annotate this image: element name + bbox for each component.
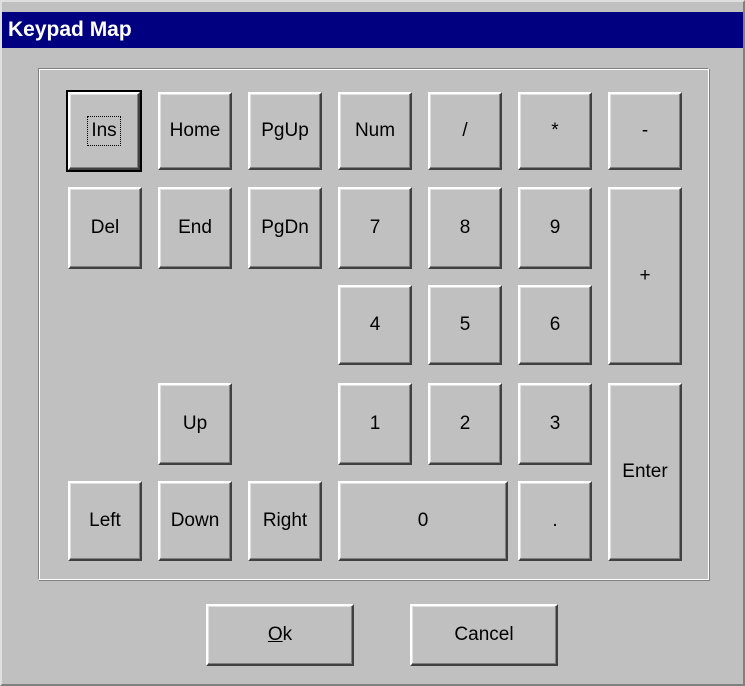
key-4[interactable]: 4 <box>338 285 412 365</box>
key-3-label: 3 <box>549 413 561 434</box>
key-2-label: 2 <box>459 413 471 434</box>
key-ins[interactable]: Ins <box>66 90 142 172</box>
key-home[interactable]: Home <box>158 92 232 170</box>
key-down-label: Down <box>170 510 220 531</box>
key-multiply[interactable]: * <box>518 92 592 170</box>
key-1[interactable]: 1 <box>338 383 412 465</box>
key-up-label: Up <box>182 413 208 434</box>
key-up[interactable]: Up <box>158 383 232 465</box>
key-minus[interactable]: - <box>608 92 682 170</box>
key-divide-label: / <box>462 120 468 141</box>
key-7[interactable]: 7 <box>338 187 412 269</box>
key-left-label: Left <box>89 510 121 531</box>
ok-button-label: Ok <box>268 624 292 646</box>
key-decimal-label: . <box>552 510 558 531</box>
key-9[interactable]: 9 <box>518 187 592 269</box>
key-down[interactable]: Down <box>158 481 232 561</box>
key-5[interactable]: 5 <box>428 285 502 365</box>
key-right-label: Right <box>262 510 308 531</box>
key-home-label: Home <box>169 120 221 141</box>
key-7-label: 7 <box>369 217 381 238</box>
key-0-label: 0 <box>417 510 429 531</box>
ok-button[interactable]: Ok <box>206 604 354 666</box>
key-left[interactable]: Left <box>68 481 142 561</box>
key-divide[interactable]: / <box>428 92 502 170</box>
key-4-label: 4 <box>369 314 381 335</box>
keypad-map-dialog: Keypad Map Ins Home PgUp Num / * - Del E… <box>0 0 745 686</box>
key-pgdn-label: PgDn <box>261 217 309 238</box>
key-right[interactable]: Right <box>248 481 322 561</box>
key-3[interactable]: 3 <box>518 383 592 465</box>
key-enter-label: Enter <box>622 461 668 482</box>
key-2[interactable]: 2 <box>428 383 502 465</box>
key-minus-label: - <box>641 120 649 141</box>
key-6[interactable]: 6 <box>518 285 592 365</box>
key-enter[interactable]: Enter <box>608 383 682 561</box>
key-0[interactable]: 0 <box>338 481 508 561</box>
cancel-button-label: Cancel <box>454 624 514 645</box>
title-bar: Keypad Map <box>2 12 743 48</box>
key-num-label: Num <box>354 120 396 141</box>
key-del-label: Del <box>90 217 120 238</box>
key-8-label: 8 <box>459 217 471 238</box>
key-decimal[interactable]: . <box>518 481 592 561</box>
window-title: Keypad Map <box>8 18 132 41</box>
key-del[interactable]: Del <box>68 187 142 269</box>
ok-accelerator: O <box>267 624 283 645</box>
key-pgup-label: PgUp <box>261 120 309 141</box>
key-end-label: End <box>178 217 212 238</box>
key-1-label: 1 <box>369 413 381 434</box>
key-plus-label: + <box>639 265 651 286</box>
key-ins-label: Ins <box>87 116 121 146</box>
cancel-button[interactable]: Cancel <box>410 604 558 666</box>
key-8[interactable]: 8 <box>428 187 502 269</box>
key-5-label: 5 <box>459 314 471 335</box>
ok-label-rest: k <box>282 624 293 645</box>
key-plus[interactable]: + <box>608 187 682 365</box>
key-9-label: 9 <box>549 217 561 238</box>
key-end[interactable]: End <box>158 187 232 269</box>
key-6-label: 6 <box>549 314 561 335</box>
key-num[interactable]: Num <box>338 92 412 170</box>
key-pgdn[interactable]: PgDn <box>248 187 322 269</box>
key-multiply-label: * <box>551 120 559 141</box>
key-pgup[interactable]: PgUp <box>248 92 322 170</box>
